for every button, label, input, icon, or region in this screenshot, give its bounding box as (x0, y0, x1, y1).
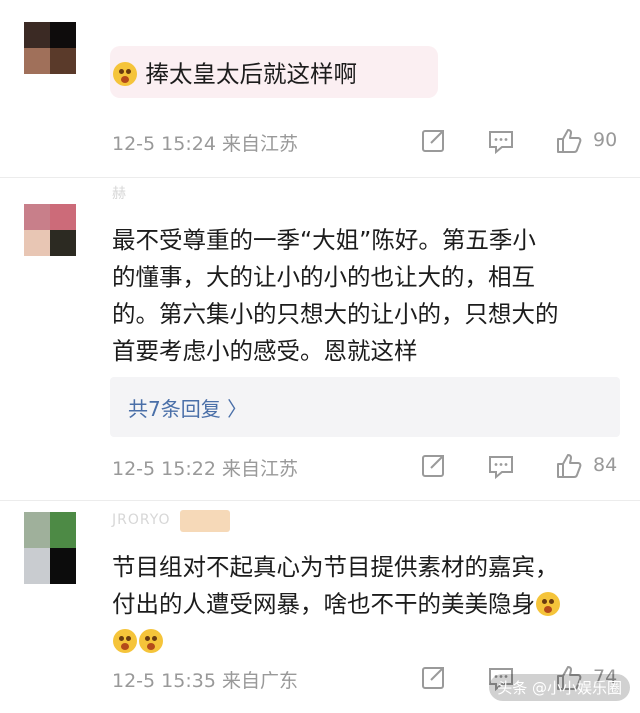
share-icon[interactable] (420, 127, 448, 155)
comment-text: 最不受尊重的一季“大姐”陈好。第五季小 的懂事，大的让小的小的也让大的，相互 的… (112, 222, 559, 370)
comment-text-line: 的。第六集小的只想大的让小的，只想大的 (112, 300, 559, 328)
timestamp: 12-5 15:35 来自广东 (112, 670, 298, 692)
crying-emoji-icon (536, 592, 560, 616)
username-badge (180, 510, 230, 532)
avatar[interactable] (24, 512, 76, 584)
watermark: 头条 @小小娱乐圈 (489, 674, 630, 701)
replies-label: 共7条回复 〉 (128, 397, 248, 421)
like-count: 84 (593, 454, 618, 476)
username[interactable]: 赫 (112, 183, 127, 203)
crying-emoji-icon (113, 629, 137, 653)
divider (0, 500, 640, 501)
comment-icon[interactable] (487, 127, 515, 155)
comment-text: 节目组对不起真心为节目提供素材的嘉宾， 付出的人遭受网暴，啥也不干的美美隐身 (112, 549, 561, 660)
avatar[interactable] (24, 22, 76, 74)
comment-meta: 12-5 15:24 来自江苏 90 (0, 127, 640, 157)
comment-text-line: 付出的人遭受网暴，啥也不干的美美隐身 (112, 586, 561, 623)
crying-emoji-icon (113, 62, 137, 86)
replies-link[interactable]: 共7条回复 〉 (110, 377, 620, 437)
divider (0, 177, 640, 178)
like-icon[interactable] (555, 127, 583, 155)
timestamp: 12-5 15:22 来自江苏 (112, 458, 298, 480)
share-icon[interactable] (420, 664, 448, 692)
like-icon[interactable] (555, 452, 583, 480)
avatar[interactable] (24, 204, 76, 256)
comment-text-line: 最不受尊重的一季“大姐”陈好。第五季小 (112, 226, 536, 254)
comment-meta: 12-5 15:22 来自江苏 84 (0, 452, 640, 482)
comment-text-line: 首要考虑小的感受。恩就这样 (112, 337, 418, 365)
like-count: 90 (593, 129, 618, 151)
comment-text-line: 的懂事，大的让小的小的也让大的，相互 (112, 263, 535, 291)
username[interactable]: JRORYO (112, 512, 171, 528)
comment-text-line (112, 623, 561, 660)
crying-emoji-icon (139, 629, 163, 653)
timestamp: 12-5 15:24 来自江苏 (112, 133, 298, 155)
comment-icon[interactable] (487, 452, 515, 480)
comment-text-line: 节目组对不起真心为节目提供素材的嘉宾， (112, 553, 559, 581)
comment-text: 捧太皇太后就这样啊 (112, 56, 357, 93)
share-icon[interactable] (420, 452, 448, 480)
